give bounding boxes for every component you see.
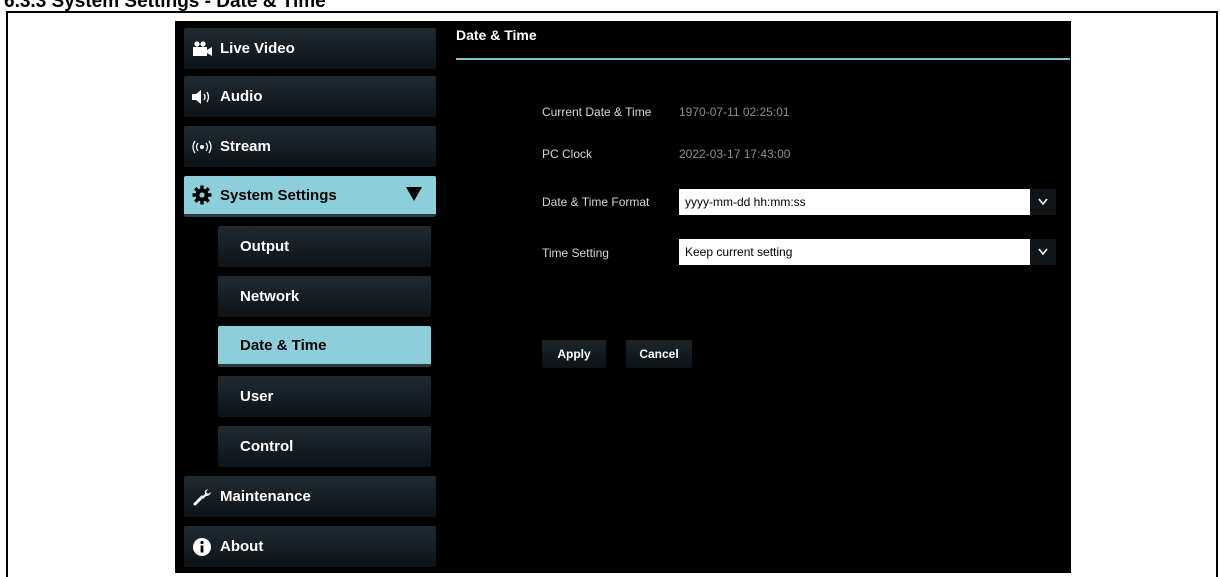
sidebar-subitem-label: Control [240,438,294,455]
pc-clock-value: 2022-03-17 17:43:00 [679,147,791,161]
sidebar-subitem-label: Network [240,288,300,305]
apply-button[interactable]: Apply [542,340,606,368]
speaker-icon [188,89,216,105]
sidebar-item-stream[interactable]: Stream [184,126,436,167]
wrench-icon [188,487,216,507]
sidebar-item-label: Stream [220,138,271,155]
sidebar-item-live-video[interactable]: Live Video [184,28,436,69]
title-divider [456,58,1070,60]
sidebar-subitem-control[interactable]: Control [218,426,431,467]
sidebar-item-label: About [220,538,264,555]
sidebar-subitem-user[interactable]: User [218,376,431,417]
sidebar-item-label: Audio [220,88,263,105]
gear-icon [188,185,216,205]
time-setting-select[interactable]: Keep current setting [679,239,1056,265]
sidebar-subitem-label: Output [240,238,290,255]
time-setting-value: Keep current setting [685,245,793,259]
sidebar-item-audio[interactable]: Audio [184,76,436,117]
current-datetime-value: 1970-07-11 02:25:01 [679,105,790,119]
sidebar-subitem-label: User [240,388,274,405]
page-title: Date & Time [456,27,537,43]
chevron-down-icon [406,187,422,201]
sidebar-item-label: Live Video [220,40,295,57]
cancel-button[interactable]: Cancel [626,340,692,368]
video-camera-icon [188,40,216,57]
sidebar-item-about[interactable]: About [184,526,436,567]
info-icon [188,537,216,557]
sidebar-item-system-settings[interactable]: System Settings [184,176,436,217]
chevron-down-icon[interactable] [1030,189,1056,215]
sidebar-subitem-output[interactable]: Output [218,226,431,267]
page-caption: 6.3.3 System Settings - Date & Time [4,0,326,12]
sidebar-subitem-label: Date & Time [240,336,327,354]
sidebar-item-maintenance[interactable]: Maintenance [184,476,436,517]
sidebar-subitem-network[interactable]: Network [218,276,431,317]
chevron-down-icon[interactable] [1030,239,1056,265]
datetime-format-label: Date & Time Format [542,195,650,209]
broadcast-icon [188,140,216,154]
sidebar-item-label: System Settings [220,186,337,204]
current-datetime-label: Current Date & Time [542,105,652,119]
time-setting-label: Time Setting [542,246,609,260]
sidebar-item-label: Maintenance [220,488,311,505]
sidebar-subitem-date-time[interactable]: Date & Time [218,326,431,367]
pc-clock-label: PC Clock [542,147,593,161]
datetime-format-value: yyyy-mm-dd hh:mm:ss [685,195,806,209]
datetime-format-select[interactable]: yyyy-mm-dd hh:mm:ss [679,189,1056,215]
